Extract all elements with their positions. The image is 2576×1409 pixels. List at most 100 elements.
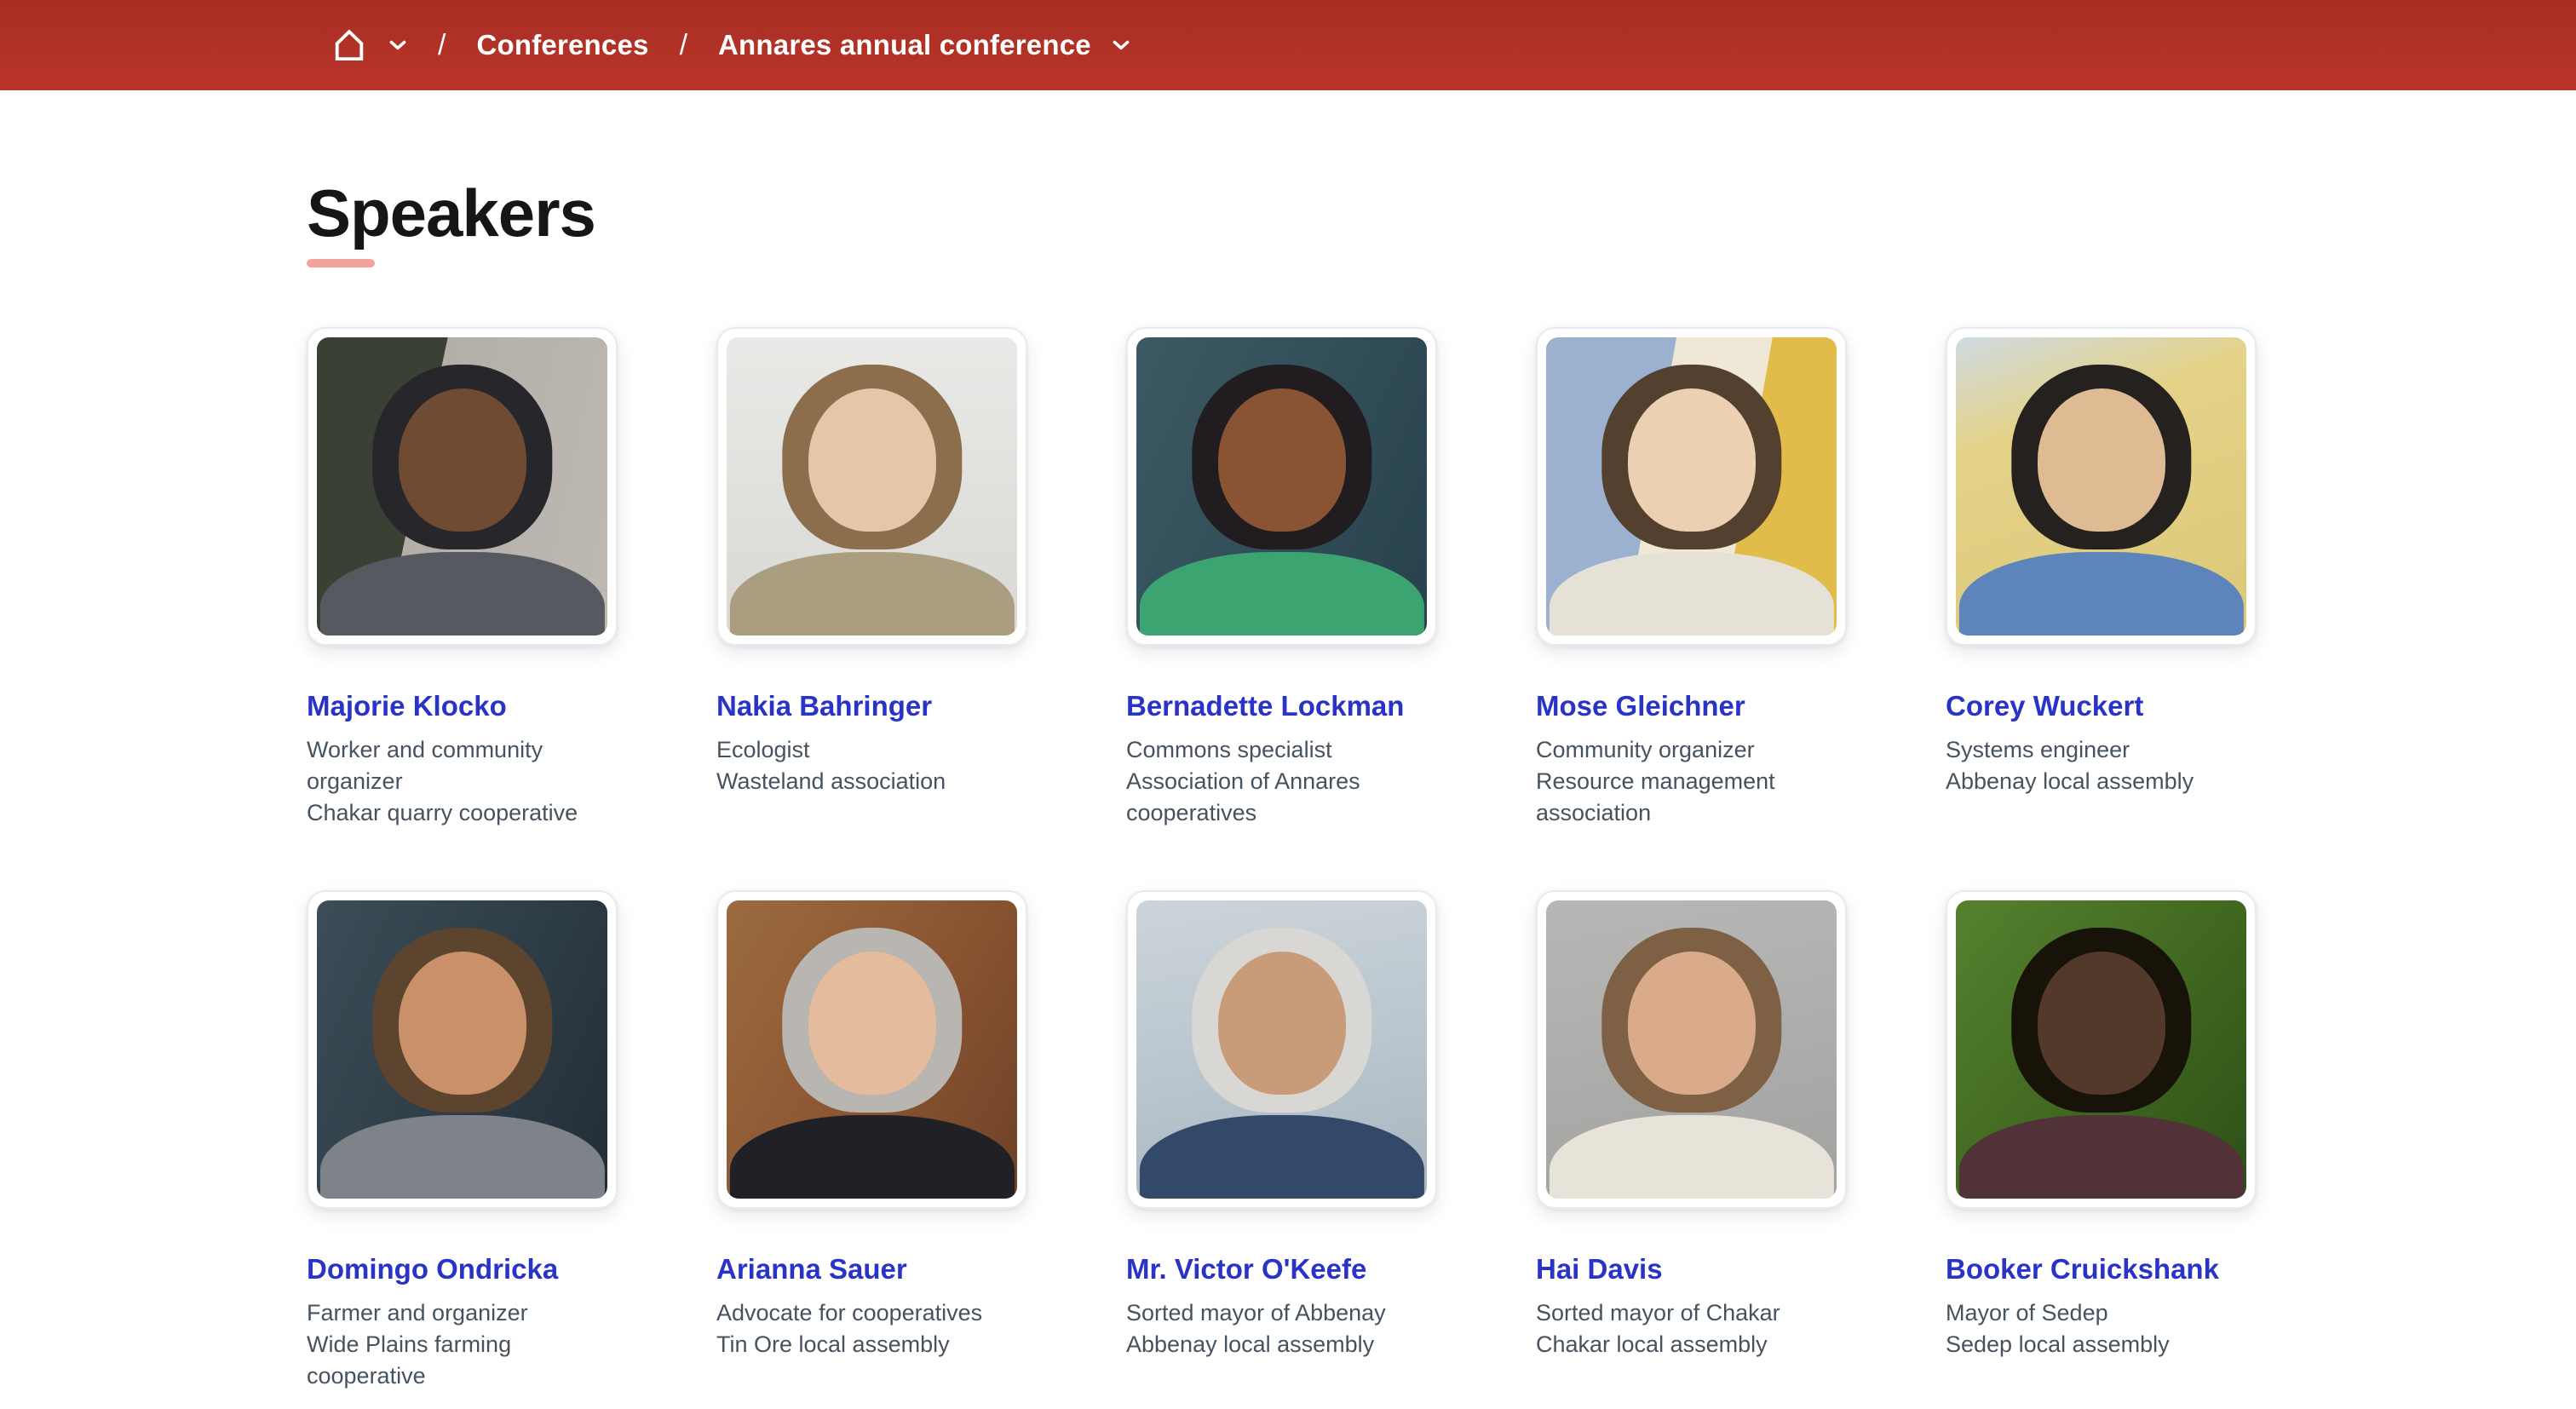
speaker-role: Sorted mayor of Abbenay: [1126, 1297, 1437, 1329]
breadcrumb-item-conferences[interactable]: Conferences: [476, 29, 648, 61]
speaker-name-link[interactable]: Mose Gleichner: [1536, 690, 1745, 722]
speaker-name-link[interactable]: Bernadette Lockman: [1126, 690, 1404, 722]
breadcrumb-separator: /: [680, 29, 687, 62]
speaker-org: Chakar quarry cooperative: [307, 797, 618, 829]
page-title: Speakers: [307, 180, 2576, 246]
speaker-photo: [1546, 900, 1837, 1199]
speaker-name-link[interactable]: Corey Wuckert: [1946, 690, 2143, 722]
portrait-face: [398, 388, 526, 532]
speaker-description: Worker and community organizer Chakar qu…: [307, 734, 618, 829]
portrait-body: [1958, 1115, 2243, 1199]
speaker-photo-link[interactable]: [1946, 327, 2257, 646]
speaker-description: Community organizer Resource management …: [1536, 734, 1847, 829]
speaker-card: Bernadette Lockman Commons specialist As…: [1126, 327, 1437, 829]
portrait-face: [2037, 952, 2165, 1095]
speaker-org: Association of Annares cooperatives: [1126, 766, 1437, 829]
portrait-body: [1549, 552, 1833, 635]
speaker-name-link[interactable]: Booker Cruickshank: [1946, 1253, 2219, 1285]
speaker-role: Systems engineer: [1946, 734, 2257, 766]
speaker-photo-link[interactable]: [1536, 327, 1847, 646]
portrait-body: [729, 552, 1014, 635]
speaker-card: Nakia Bahringer Ecologist Wasteland asso…: [716, 327, 1027, 829]
speaker-role: Farmer and organizer: [307, 1297, 618, 1329]
speaker-photo: [317, 337, 607, 635]
breadcrumb-separator: /: [438, 29, 446, 62]
portrait-body: [1139, 552, 1423, 635]
speaker-description: Advocate for cooperatives Tin Ore local …: [716, 1297, 1027, 1360]
speaker-photo-link[interactable]: [716, 327, 1027, 646]
portrait-face: [1627, 952, 1755, 1095]
speaker-name-link[interactable]: Arianna Sauer: [716, 1253, 907, 1285]
speakers-grid: Majorie Klocko Worker and community orga…: [307, 327, 2576, 1392]
speaker-org: Wide Plains farming cooperative: [307, 1329, 618, 1392]
speaker-org: Sedep local assembly: [1946, 1329, 2257, 1360]
speaker-role: Worker and community organizer: [307, 734, 618, 797]
portrait-face: [398, 952, 526, 1095]
portrait-face: [1217, 388, 1345, 532]
breadcrumb-bar: / Conferences / Annares annual conferenc…: [0, 0, 2576, 90]
speaker-role: Sorted mayor of Chakar: [1536, 1297, 1847, 1329]
breadcrumb-item-conference-page[interactable]: Annares annual conference: [718, 29, 1091, 61]
speaker-photo-link[interactable]: [1946, 890, 2257, 1209]
speaker-org: Chakar local assembly: [1536, 1329, 1847, 1360]
speaker-name-link[interactable]: Nakia Bahringer: [716, 690, 932, 722]
breadcrumb: / Conferences / Annares annual conferenc…: [331, 26, 1130, 65]
portrait-body: [729, 1115, 1014, 1199]
speaker-role: Community organizer: [1536, 734, 1847, 766]
speaker-role: Commons specialist: [1126, 734, 1437, 766]
speaker-description: Systems engineer Abbenay local assembly: [1946, 734, 2257, 797]
speaker-photo: [1956, 337, 2246, 635]
portrait-body: [1549, 1115, 1833, 1199]
speaker-name-link[interactable]: Domingo Ondricka: [307, 1253, 558, 1285]
speaker-description: Ecologist Wasteland association: [716, 734, 1027, 797]
speaker-name-link[interactable]: Mr. Victor O'Keefe: [1126, 1253, 1366, 1285]
speaker-photo-link[interactable]: [1126, 890, 1437, 1209]
speaker-name-link[interactable]: Majorie Klocko: [307, 690, 507, 722]
speaker-photo: [1136, 337, 1427, 635]
speaker-org: Tin Ore local assembly: [716, 1329, 1027, 1360]
speaker-photo: [317, 900, 607, 1199]
portrait-face: [808, 952, 935, 1095]
speaker-photo-link[interactable]: [307, 327, 618, 646]
speaker-card: Domingo Ondricka Farmer and organizer Wi…: [307, 890, 618, 1392]
speaker-role: Mayor of Sedep: [1946, 1297, 2257, 1329]
speaker-photo-link[interactable]: [307, 890, 618, 1209]
speaker-photo-link[interactable]: [1126, 327, 1437, 646]
portrait-body: [319, 552, 604, 635]
speakers-page: Speakers Majorie Klocko Worker and commu…: [0, 180, 2576, 1392]
speaker-description: Sorted mayor of Abbenay Abbenay local as…: [1126, 1297, 1437, 1360]
portrait-body: [1958, 552, 2243, 635]
portrait-face: [2037, 388, 2165, 532]
speaker-description: Sorted mayor of Chakar Chakar local asse…: [1536, 1297, 1847, 1360]
speaker-photo-link[interactable]: [1536, 890, 1847, 1209]
speaker-name-link[interactable]: Hai Davis: [1536, 1253, 1663, 1285]
speaker-card: Arianna Sauer Advocate for cooperatives …: [716, 890, 1027, 1392]
speaker-card: Corey Wuckert Systems engineer Abbenay l…: [1946, 327, 2257, 829]
speaker-photo: [727, 900, 1017, 1199]
conference-menu-toggle[interactable]: [1112, 39, 1130, 51]
speaker-role: Advocate for cooperatives: [716, 1297, 1027, 1329]
speaker-description: Commons specialist Association of Annare…: [1126, 734, 1437, 829]
speaker-org: Resource management association: [1536, 766, 1847, 829]
portrait-face: [1217, 952, 1345, 1095]
speaker-description: Farmer and organizer Wide Plains farming…: [307, 1297, 618, 1392]
chevron-down-icon: [1112, 39, 1130, 51]
speaker-photo: [727, 337, 1017, 635]
speaker-org: Abbenay local assembly: [1946, 766, 2257, 797]
home-menu-toggle[interactable]: [388, 39, 407, 51]
speaker-photo: [1546, 337, 1837, 635]
speaker-role: Ecologist: [716, 734, 1027, 766]
speaker-photo-link[interactable]: [716, 890, 1027, 1209]
speaker-photo: [1136, 900, 1427, 1199]
speaker-card: Mose Gleichner Community organizer Resou…: [1536, 327, 1847, 829]
portrait-body: [319, 1115, 604, 1199]
speaker-org: Abbenay local assembly: [1126, 1329, 1437, 1360]
portrait-body: [1139, 1115, 1423, 1199]
portrait-face: [1627, 388, 1755, 532]
speaker-card: Majorie Klocko Worker and community orga…: [307, 327, 618, 829]
chevron-down-icon: [388, 39, 407, 51]
speaker-photo: [1956, 900, 2246, 1199]
speaker-card: Booker Cruickshank Mayor of Sedep Sedep …: [1946, 890, 2257, 1392]
home-link[interactable]: [331, 26, 368, 65]
title-underline: [307, 259, 375, 267]
